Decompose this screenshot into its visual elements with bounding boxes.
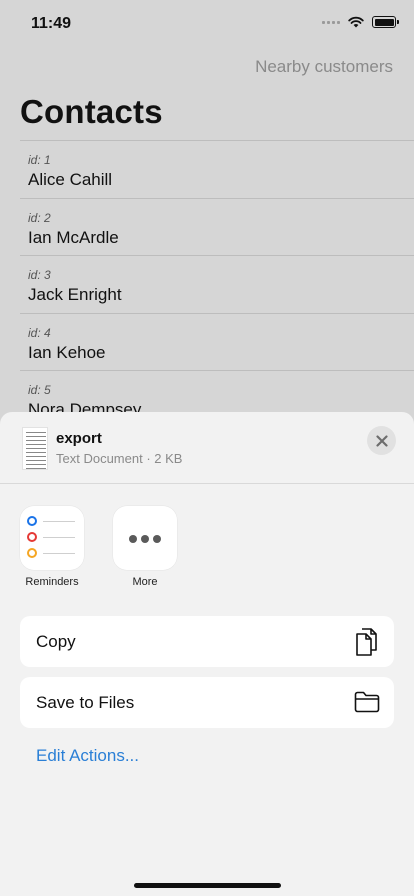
folder-icon [354, 691, 380, 713]
share-sheet: export Text Document · 2 KB Reminders Mo… [0, 412, 414, 896]
contact-name: Alice Cahill [28, 170, 113, 189]
reminders-app[interactable]: Reminders [20, 506, 84, 588]
file-name: export [56, 430, 102, 447]
contact-id: id: 5 [28, 383, 51, 397]
contact-name: Ian McArdle [28, 227, 119, 247]
more-app[interactable]: More [113, 506, 177, 588]
contact-row[interactable]: id: 4 Ian Kehoe [20, 314, 414, 371]
close-icon [375, 434, 388, 447]
more-icon [113, 506, 177, 570]
share-apps-row: Reminders More [0, 506, 414, 596]
status-bar: 11:49 [0, 0, 414, 48]
contact-row[interactable]: id: 2 Ian McArdle [20, 199, 414, 256]
contact-id: id: 4 [28, 325, 51, 340]
save-to-files-action[interactable]: Save to Files [20, 677, 394, 728]
status-icons [322, 16, 399, 28]
contact-name: Jack Enright [28, 285, 122, 304]
contact-row[interactable]: id: 3 Jack Enright [20, 256, 414, 314]
contact-list: id: 1 Alice Cahill id: 2 Ian McArdle id:… [20, 140, 414, 429]
share-sheet-header: export Text Document · 2 KB [0, 412, 414, 484]
cellular-signal-icon [322, 20, 340, 24]
contact-id: id: 2 [28, 210, 51, 225]
wifi-icon [348, 16, 364, 28]
more-label: More [132, 576, 158, 588]
copy-action[interactable]: Copy [20, 616, 394, 667]
battery-icon [372, 16, 399, 28]
nearby-customers-button[interactable]: Nearby customers [255, 57, 393, 77]
reminders-icon [20, 506, 84, 570]
edit-actions-link[interactable]: Edit Actions... [36, 746, 139, 766]
reminders-label: Reminders [25, 576, 79, 588]
status-time: 11:49 [31, 15, 72, 32]
contact-id: id: 3 [28, 268, 51, 282]
save-to-files-label: Save to Files [36, 693, 135, 712]
close-button[interactable] [367, 426, 396, 455]
file-info: Text Document · 2 KB [56, 451, 183, 466]
page-title: Contacts [20, 93, 163, 130]
contact-name: Ian Kehoe [28, 342, 106, 362]
copy-icon [356, 628, 377, 656]
copy-label: Copy [36, 632, 76, 651]
contact-row[interactable]: id: 1 Alice Cahill [20, 141, 414, 199]
home-indicator[interactable] [134, 883, 281, 888]
contact-id: id: 1 [28, 153, 51, 167]
document-thumbnail [22, 427, 48, 470]
